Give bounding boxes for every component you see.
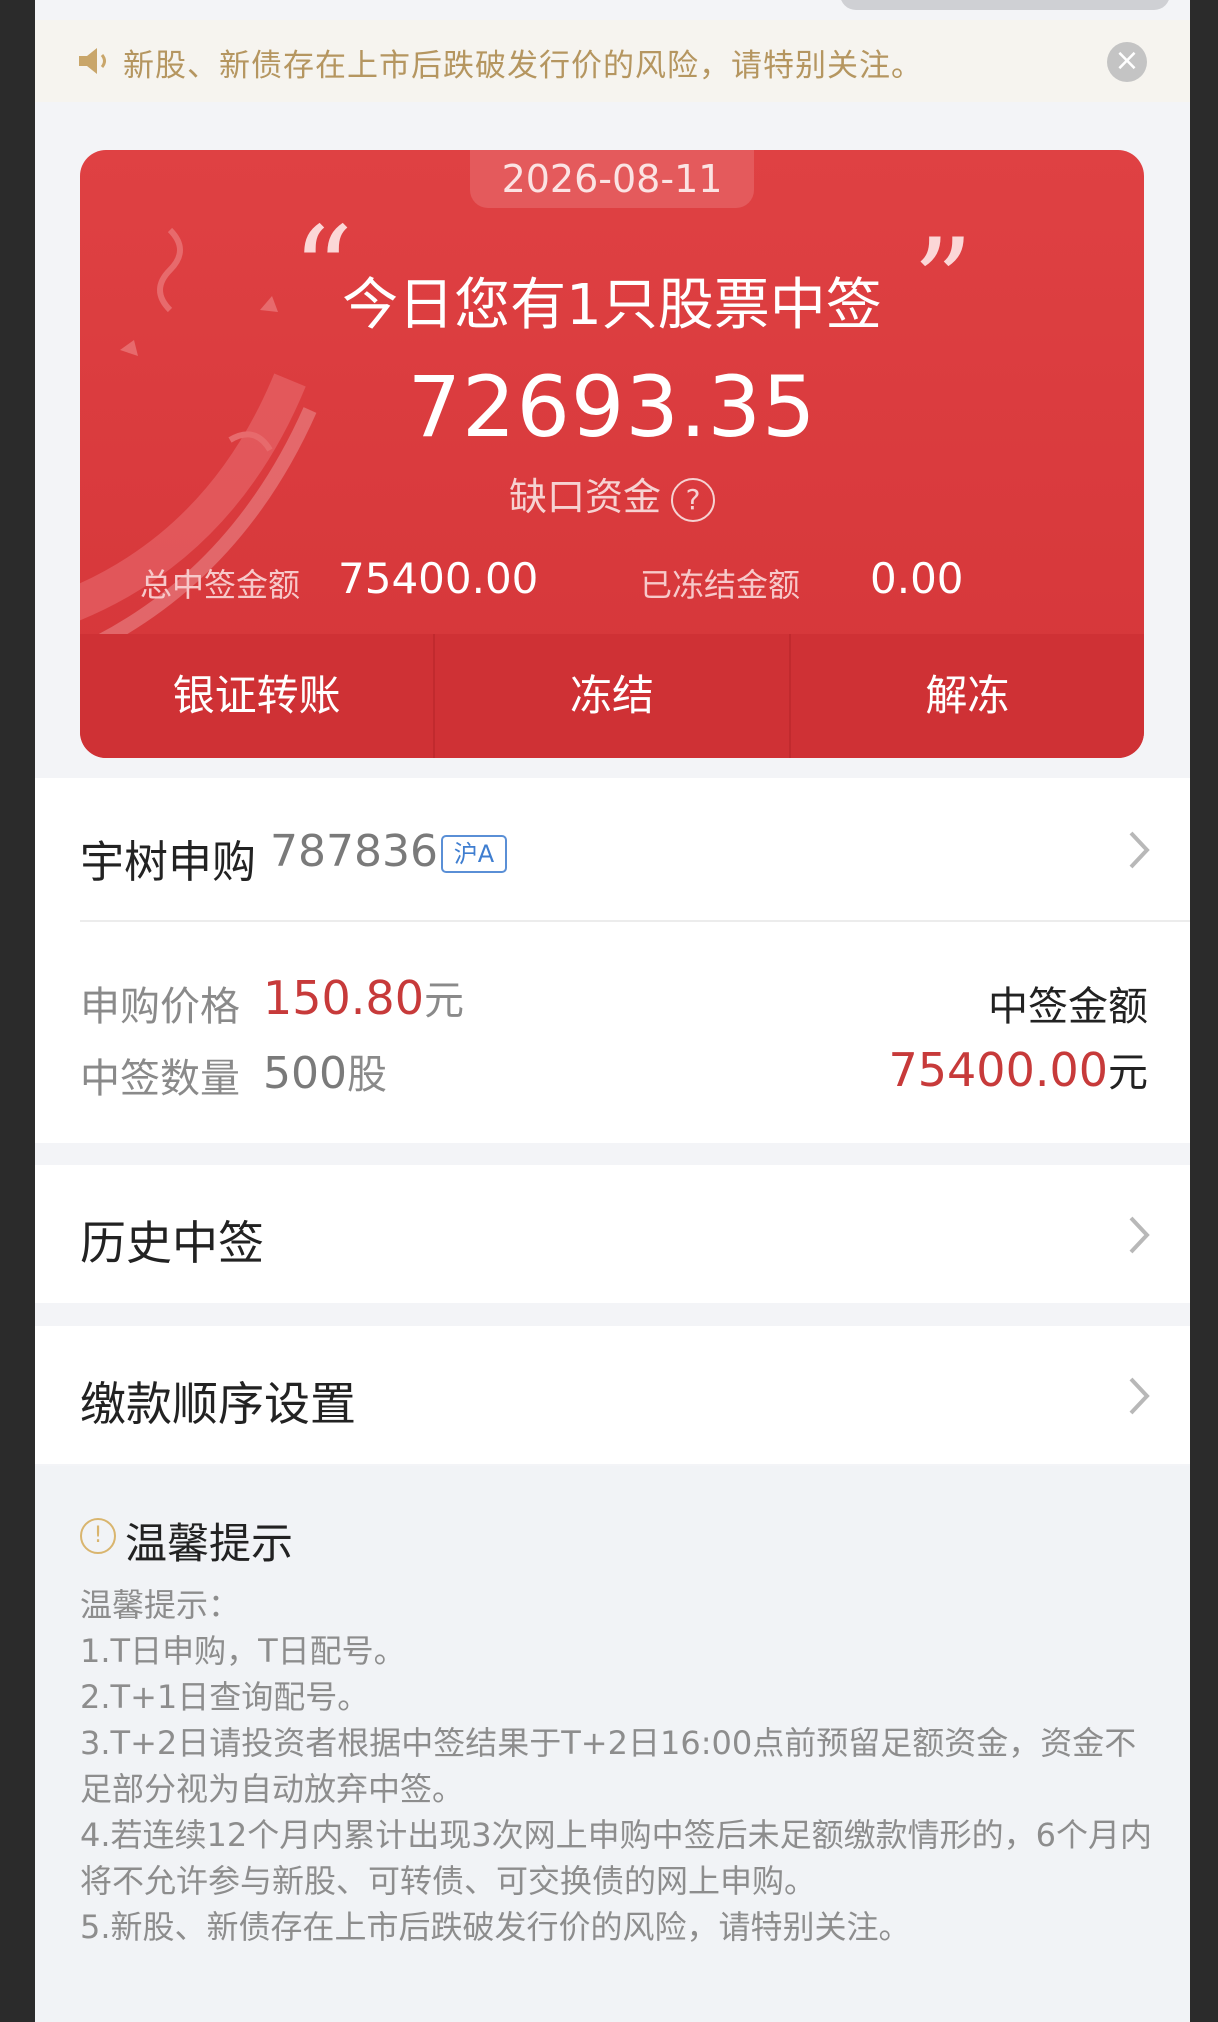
tip-line: 4.若连续12个月内累计出现3次网上申购中签后未足额缴款情形的，6个月内将不允许…: [80, 1816, 1152, 1900]
price-value-group: 150.80元: [263, 968, 464, 1026]
shortfall-amount: 72693.35: [407, 358, 817, 456]
win-amount-group: 75400.00元: [889, 1040, 1149, 1098]
history-row[interactable]: 历史中签: [35, 1165, 1190, 1303]
close-icon[interactable]: ×: [1107, 42, 1147, 82]
win-amount-unit: 元: [1108, 1050, 1148, 1096]
shortfall-label: 缺口资金: [508, 475, 661, 519]
win-amount-label: 中签金额: [988, 984, 1148, 1030]
qty-label: 中签数量: [80, 1056, 240, 1102]
card-headline: 今日您有1只股票中签: [342, 273, 882, 338]
qty-value: 500: [263, 1048, 347, 1099]
payment-order-row[interactable]: 缴款顺序设置: [35, 1326, 1190, 1464]
info-icon: !: [80, 1518, 116, 1554]
total-allotment-value: 75400.00: [338, 554, 539, 603]
notice-text: 新股、新债存在上市后跌破发行价的风险，请特别关注。: [123, 48, 923, 84]
section-divider: [80, 920, 1190, 922]
tips-list: 温馨提示： 1.T日申购，T日配号。 2.T+1日查询配号。 3.T+2日请投资…: [80, 1582, 1165, 1950]
stock-name[interactable]: 宇树申购: [80, 826, 256, 890]
stock-code: 787836: [270, 826, 438, 877]
frozen-amount-label: 已冻结金额: [640, 566, 801, 604]
price-unit: 元: [423, 978, 464, 1024]
price-value: 150.80: [263, 971, 424, 1025]
win-amount-value: 75400.00: [888, 1043, 1109, 1097]
tip-line: 5.新股、新债存在上市后跌破发行价的风险，请特别关注。: [80, 1908, 911, 1946]
app-screen: 新股、新债存在上市后跌破发行价的风险，请特别关注。 × 2026-08-11 “…: [35, 0, 1190, 2022]
total-allotment-label: 总中签金额: [140, 566, 301, 604]
notice-bar: 新股、新债存在上市后跌破发行价的风险，请特别关注。 ×: [35, 20, 1190, 102]
stock-detail-section: 宇树申购 787836 沪A 申购价格 150.80元 中签金额 中签数量 50…: [35, 778, 1190, 1143]
freeze-button[interactable]: 冻结: [435, 634, 788, 758]
tip-line: 1.T日申购，T日配号。: [80, 1632, 406, 1670]
tips-title: 温馨提示: [125, 1519, 294, 1568]
tip-line: 温馨提示：: [80, 1586, 241, 1624]
history-title: 历史中签: [80, 1216, 264, 1270]
card-date: 2026-08-11: [470, 150, 754, 208]
card-actions: 银证转账 冻结 解冻: [80, 634, 1144, 758]
chevron-right-icon: [1129, 1377, 1150, 1415]
payment-order-title: 缴款顺序设置: [80, 1377, 356, 1431]
qty-value-group: 500股: [263, 1042, 387, 1100]
market-tag: 沪A: [441, 835, 507, 873]
tip-line: 2.T+1日查询配号。: [80, 1678, 370, 1716]
chevron-right-icon[interactable]: [1128, 830, 1150, 870]
shortfall-label-row: 缺口资金?: [80, 466, 1144, 522]
allotment-card: 2026-08-11 “ ” 今日您有1只股票中签 72693.35 缺口资金?…: [80, 150, 1144, 758]
speaker-icon: [79, 48, 106, 74]
help-icon[interactable]: ?: [671, 477, 715, 522]
tips-section: ! 温馨提示 温馨提示： 1.T日申购，T日配号。 2.T+1日查询配号。 3.…: [35, 1466, 1190, 2022]
bank-transfer-button[interactable]: 银证转账: [80, 634, 433, 758]
frozen-amount-value: 0.00: [870, 554, 964, 603]
status-pill: [840, 0, 1170, 10]
tip-line: 3.T+2日请投资者根据中签结果于T+2日16:00点前预留足额资金，资金不足部…: [80, 1724, 1137, 1808]
price-label: 申购价格: [80, 984, 240, 1030]
unfreeze-button[interactable]: 解冻: [791, 634, 1144, 758]
chevron-right-icon: [1129, 1216, 1150, 1254]
qty-unit: 股: [346, 1052, 387, 1098]
